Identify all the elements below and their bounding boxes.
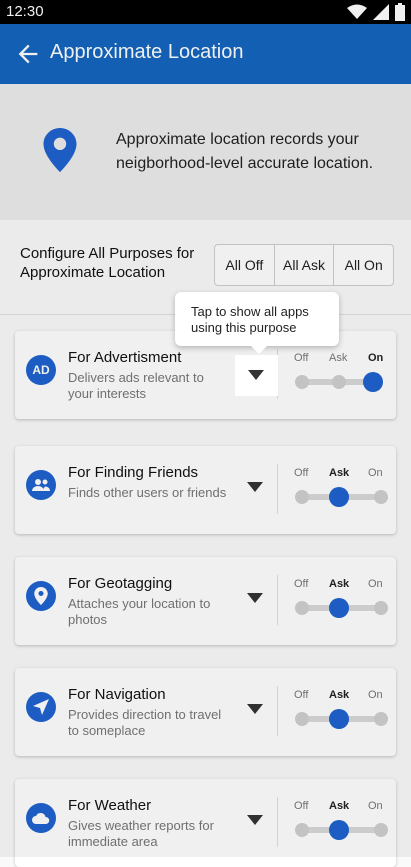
purpose-title: For Navigation <box>68 686 166 703</box>
configure-label: Configure All Purposes for Approximate L… <box>20 245 195 281</box>
purpose-description: Delivers ads relevant to your interests <box>68 370 204 401</box>
label-ask: Ask <box>329 467 350 479</box>
people-icon <box>26 470 56 500</box>
slider-thumb[interactable] <box>329 709 349 729</box>
card-divider <box>277 464 278 514</box>
all-off-button[interactable]: All Off <box>215 245 275 285</box>
tooltip-text: Tap to show all apps using this purpose <box>191 304 309 335</box>
status-time: 12:30 <box>6 3 44 20</box>
cloud-icon <box>26 803 56 833</box>
all-ask-button[interactable]: All Ask <box>275 245 335 285</box>
tooltip: Tap to show all apps using this purpose <box>175 292 339 354</box>
location-pin-icon <box>43 128 77 172</box>
slider-stop-off[interactable] <box>295 375 309 389</box>
navigation-arrow-icon <box>26 692 56 722</box>
label-off: Off <box>294 578 309 590</box>
purpose-card-navigation: For Navigation Provides direction to tra… <box>15 668 396 756</box>
tooltip-notch <box>251 346 267 354</box>
label-on: On <box>368 578 383 590</box>
signal-icon <box>373 4 389 20</box>
purpose-card-geotagging: For Geotagging Attaches your location to… <box>15 557 396 645</box>
label-on: On <box>368 689 383 701</box>
label-on: On <box>368 352 384 364</box>
card-divider <box>277 797 278 847</box>
purpose-card-finding-friends: For Finding Friends Finds other users or… <box>15 446 396 534</box>
purpose-description: Provides direction to travel to someplac… <box>68 707 222 738</box>
label-off: Off <box>294 467 309 479</box>
expand-caret-icon[interactable] <box>247 704 263 716</box>
purpose-title: For Geotagging <box>68 575 173 592</box>
slider-thumb[interactable] <box>329 487 349 507</box>
label-off: Off <box>294 352 309 364</box>
wifi-icon <box>347 4 367 19</box>
page-title: Approximate Location <box>50 41 244 63</box>
highlighted-expand-caret[interactable] <box>235 355 278 396</box>
expand-caret-icon <box>248 370 264 380</box>
slider-stop-off[interactable] <box>295 823 309 837</box>
intro-text: Approximate location records your neigbo… <box>116 131 374 172</box>
configure-all-segmented-control: All Off All Ask All On <box>214 244 394 286</box>
app-bar: Approximate Location <box>0 24 411 84</box>
slider-stop-off[interactable] <box>295 712 309 726</box>
slider-stop-on[interactable] <box>374 823 388 837</box>
purpose-description: Gives weather reports for immediate area <box>68 818 214 849</box>
battery-icon <box>395 3 405 21</box>
slider-stop-on[interactable] <box>374 712 388 726</box>
card-divider <box>277 686 278 736</box>
intro-section: Approximate location records your neigbo… <box>0 84 411 220</box>
label-off: Off <box>294 689 309 701</box>
expand-caret-icon[interactable] <box>247 815 263 827</box>
status-bar: 12:30 <box>0 0 411 24</box>
label-on: On <box>368 467 383 479</box>
slider-stop-off[interactable] <box>295 490 309 504</box>
slider-thumb[interactable] <box>329 820 349 840</box>
purpose-description: Finds other users or friends <box>68 485 227 500</box>
card-divider <box>277 575 278 625</box>
slider-thumb[interactable] <box>329 598 349 618</box>
label-on: On <box>368 800 383 812</box>
slider-stop-ask[interactable] <box>332 375 346 389</box>
purpose-card-weather: For Weather Gives weather reports for im… <box>15 779 396 867</box>
slider-stop-on[interactable] <box>374 490 388 504</box>
label-ask: Ask <box>329 352 348 364</box>
purpose-title: For Weather <box>68 797 152 814</box>
location-pin-icon <box>26 581 56 611</box>
purpose-title: For Advertisment <box>68 349 182 366</box>
slider-stop-off[interactable] <box>295 601 309 615</box>
expand-caret-icon[interactable] <box>247 482 263 494</box>
all-on-button[interactable]: All On <box>334 245 393 285</box>
arrow-back-icon[interactable] <box>14 40 42 68</box>
purpose-description: Attaches your location to photos <box>68 596 211 627</box>
slider-thumb[interactable] <box>363 372 383 392</box>
label-ask: Ask <box>329 689 350 701</box>
status-icons <box>347 3 405 21</box>
label-ask: Ask <box>329 800 350 812</box>
label-ask: Ask <box>329 578 350 590</box>
ad-icon: AD <box>26 355 56 385</box>
purpose-title: For Finding Friends <box>68 464 199 481</box>
label-off: Off <box>294 800 309 812</box>
slider-stop-on[interactable] <box>374 601 388 615</box>
expand-caret-icon[interactable] <box>247 593 263 605</box>
